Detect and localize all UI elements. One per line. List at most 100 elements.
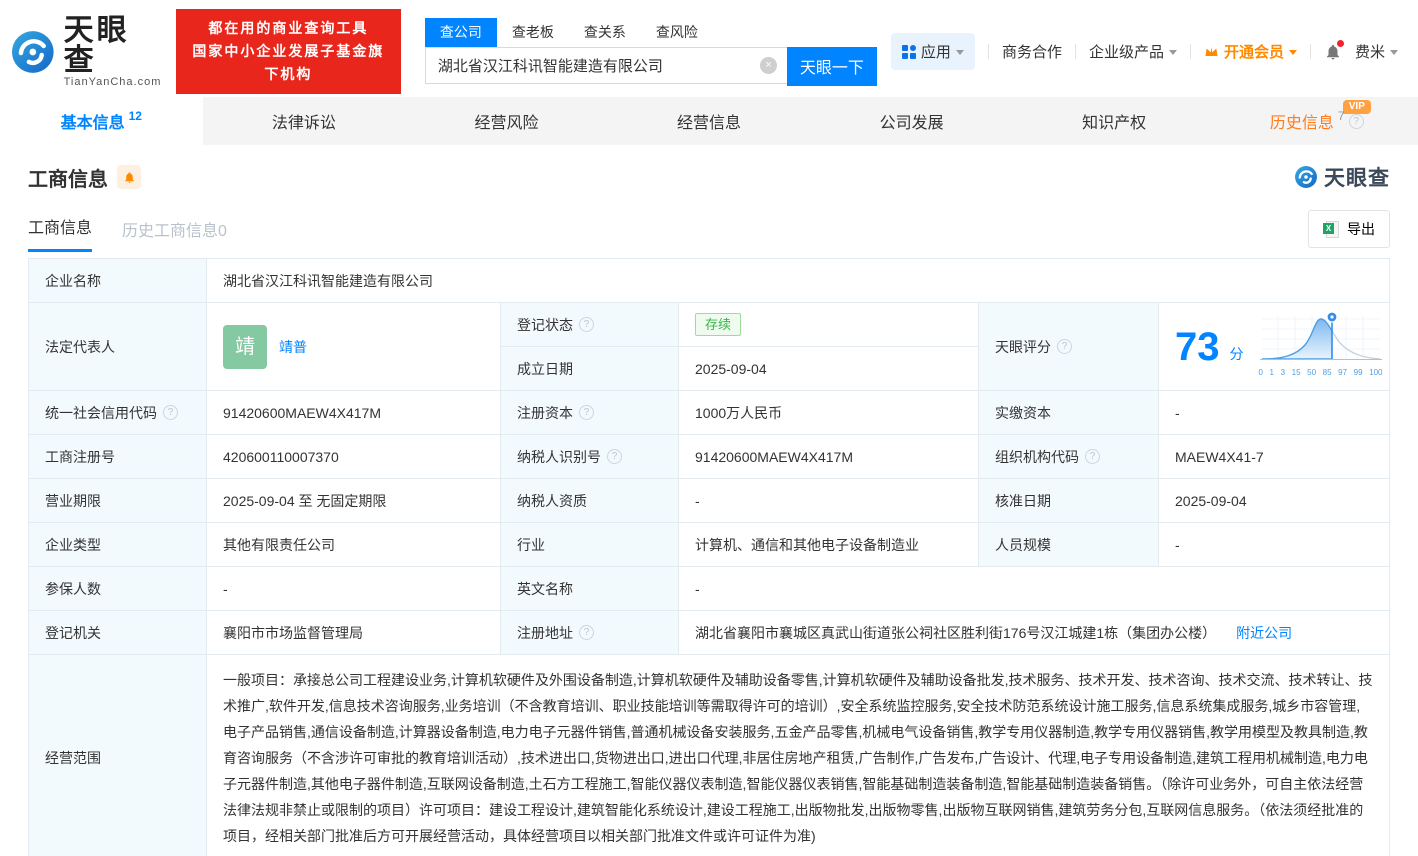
paid-capital-value: - [1159, 391, 1389, 434]
table-row: 参保人数 - 英文名称 - [29, 567, 1389, 611]
help-icon[interactable] [163, 405, 178, 420]
search-tab-relation[interactable]: 查关系 [569, 18, 641, 47]
score-distribution-chart: 0 1 3 15 50 85 97 99 100 [1258, 310, 1384, 384]
caret-down-icon [1169, 50, 1177, 55]
english-name-label: 英文名称 [501, 567, 679, 610]
status-date-block: 登记状态 存续 成立日期 2025-09-04 [501, 303, 979, 390]
search-tab-risk[interactable]: 查风险 [641, 18, 713, 47]
nearby-companies-link[interactable]: 附近公司 [1236, 622, 1292, 644]
vip-badge: VIP [1343, 100, 1371, 114]
tab-basic-info[interactable]: 基本信息 12 [0, 97, 203, 145]
business-term-label: 营业期限 [29, 479, 207, 522]
score-label: 天眼评分 [979, 303, 1159, 390]
help-icon[interactable] [1085, 449, 1100, 464]
taxpayer-quality-value: - [679, 479, 979, 522]
help-icon[interactable] [579, 405, 594, 420]
help-icon[interactable] [607, 449, 622, 464]
search-input[interactable] [425, 47, 787, 84]
approval-date-label: 核准日期 [979, 479, 1159, 522]
label-text: 注册资本 [517, 402, 573, 424]
watermark-text: 天眼查 [1324, 162, 1390, 192]
reg-status-label: 登记状态 [501, 303, 679, 346]
reg-capital-label: 注册资本 [501, 391, 679, 434]
table-row: 企业名称 湖北省汉江科讯智能建造有限公司 [29, 259, 1389, 303]
subtab-history-info[interactable]: 历史工商信息0 [122, 217, 227, 252]
reg-number-label: 工商注册号 [29, 435, 207, 478]
establish-date-value: 2025-09-04 [679, 347, 978, 390]
excel-icon [1323, 221, 1339, 237]
nav-apps[interactable]: 应用 [891, 33, 975, 70]
search-button[interactable]: 天眼一下 [787, 47, 877, 86]
notification-dot [1337, 40, 1344, 47]
legal-rep-link[interactable]: 靖普 [279, 336, 307, 358]
help-icon[interactable] [1349, 114, 1364, 129]
reg-authority-label: 登记机关 [29, 611, 207, 654]
score-value: 73 [1175, 327, 1220, 367]
company-tabbar: 基本信息 12 法律诉讼 经营风险 经营信息 公司发展 知识产权 VIP 历史信… [0, 97, 1418, 145]
reg-authority-value: 襄阳市市场监督管理局 [207, 611, 501, 654]
tab-operation-info[interactable]: 经营信息 [608, 97, 811, 145]
tab-company-development[interactable]: 公司发展 [810, 97, 1013, 145]
reg-capital-value: 1000万人民币 [679, 391, 979, 434]
tab-legal[interactable]: 法律诉讼 [203, 97, 406, 145]
business-term-value: 2025-09-04 至 无固定期限 [207, 479, 501, 522]
staff-size-value: - [1159, 523, 1389, 566]
tab-count: 7 [1338, 109, 1345, 123]
search-tab-boss[interactable]: 查老板 [497, 18, 569, 47]
reg-address-cell: 湖北省襄阳市襄城区真武山街道张公祠社区胜利街176号汉江城建1栋（集团办公楼） … [679, 611, 1389, 654]
table-row: 工商注册号 420600110007370 纳税人识别号 91420600MAE… [29, 435, 1389, 479]
export-label: 导出 [1347, 219, 1375, 239]
bell-icon [123, 171, 136, 184]
business-info-table: 企业名称 湖北省汉江科讯智能建造有限公司 法定代表人 靖 靖普 登记状态 存续 … [28, 258, 1390, 856]
apps-grid-icon [902, 45, 916, 59]
help-icon[interactable] [579, 625, 594, 640]
nav-open-vip[interactable]: 开通会员 [1204, 41, 1297, 62]
subscribe-bell-button[interactable] [117, 165, 141, 189]
nav-divider [988, 44, 989, 59]
export-button[interactable]: 导出 [1308, 210, 1390, 248]
notification-bell[interactable] [1324, 43, 1342, 61]
nav-user[interactable]: 费米 [1355, 41, 1398, 62]
tab-intellectual-property[interactable]: 知识产权 [1013, 97, 1216, 145]
label-text: 组织机构代码 [995, 446, 1079, 468]
caret-down-icon [956, 50, 964, 55]
org-code-label: 组织机构代码 [979, 435, 1159, 478]
watermark-logo: 天眼查 [1294, 162, 1390, 192]
username: 费米 [1355, 41, 1385, 62]
nav-enterprise[interactable]: 企业级产品 [1089, 41, 1177, 62]
bell-curve-chart [1258, 310, 1384, 362]
axis-tick: 85 [1323, 362, 1332, 384]
slogan-line2: 国家中小企业发展子基金旗下机构 [188, 40, 389, 86]
company-type-label: 企业类型 [29, 523, 207, 566]
insured-count-label: 参保人数 [29, 567, 207, 610]
credit-code-value: 91420600MAEW4X417M [207, 391, 501, 434]
approval-date-value: 2025-09-04 [1159, 479, 1389, 522]
crown-icon [1204, 45, 1219, 58]
tab-history-info[interactable]: VIP 历史信息 7 [1215, 97, 1418, 145]
search-tab-company[interactable]: 查公司 [425, 18, 497, 47]
table-row: 企业类型 其他有限责任公司 行业 计算机、通信和其他电子设备制造业 人员规模 - [29, 523, 1389, 567]
industry-value: 计算机、通信和其他电子设备制造业 [679, 523, 979, 566]
subtab-business-info[interactable]: 工商信息 [28, 214, 92, 252]
paid-capital-label: 实缴资本 [979, 391, 1159, 434]
english-name-value: - [679, 567, 1389, 610]
nav-apps-label: 应用 [921, 41, 951, 62]
score-cell: 73 分 [1159, 303, 1400, 390]
nav-enterprise-label: 企业级产品 [1089, 41, 1164, 62]
tab-operation-risk[interactable]: 经营风险 [405, 97, 608, 145]
tianyancha-logo[interactable]: 天眼查 TianYanCha.com [10, 16, 162, 88]
legal-rep-label: 法定代表人 [29, 303, 207, 390]
search-area: 查公司 查老板 查关系 查风险 天眼一下 [425, 18, 877, 86]
clear-search-icon[interactable] [760, 57, 777, 74]
axis-tick: 15 [1292, 362, 1301, 384]
logo-swirl-icon [10, 29, 56, 75]
table-row: 登记机关 襄阳市市场监督管理局 注册地址 湖北省襄阳市襄城区真武山街道张公祠社区… [29, 611, 1389, 655]
table-row: 经营范围 一般项目：承接总公司工程建设业务,计算机软硬件及外围设备制造,计算机软… [29, 655, 1389, 856]
nav-cooperation[interactable]: 商务合作 [1002, 41, 1062, 62]
section-title: 工商信息 [28, 163, 108, 192]
help-icon[interactable] [1057, 339, 1072, 354]
help-icon[interactable] [579, 317, 594, 332]
tab-label: 知识产权 [1082, 109, 1146, 133]
avatar[interactable]: 靖 [223, 325, 267, 369]
axis-tick: 100 [1369, 362, 1382, 384]
